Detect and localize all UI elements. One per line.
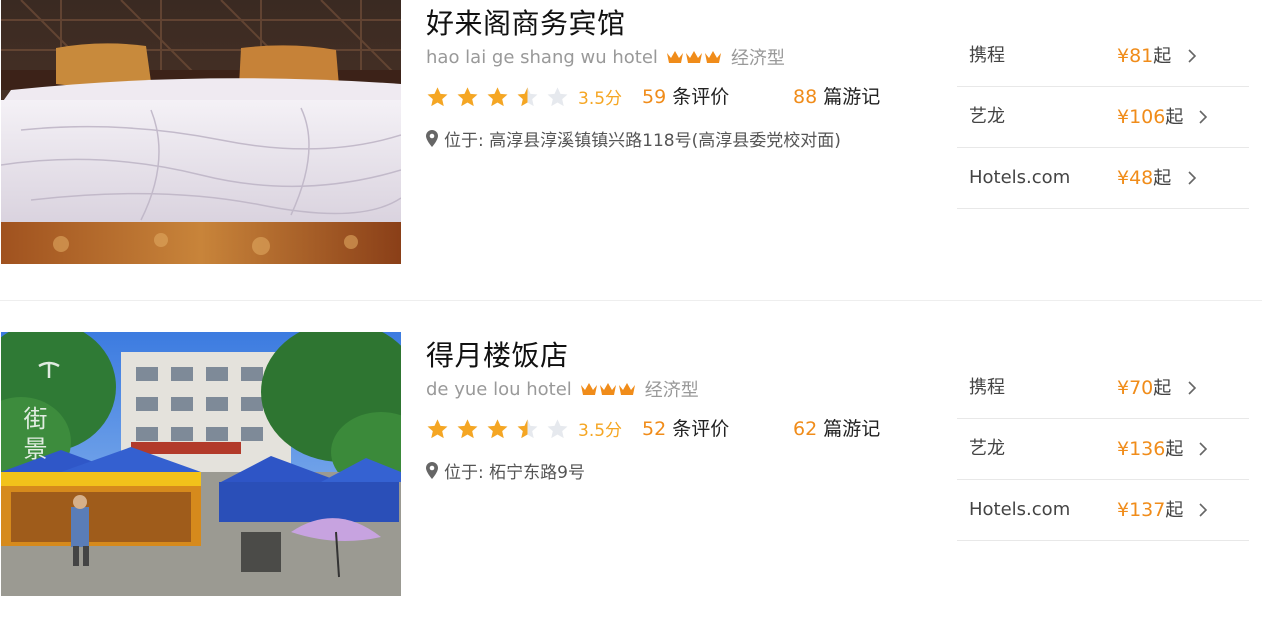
price-value: ¥106 bbox=[1117, 106, 1166, 128]
star-icon bbox=[517, 86, 538, 106]
hotel-card: 好来阁商务宾馆 hao lai ge shang wu hotel 经济型 3.… bbox=[0, 0, 1268, 264]
price-row[interactable]: 携程 ¥70起 bbox=[957, 358, 1249, 419]
rating-row: 3.5分 52 条评价 62 篇游记 bbox=[426, 414, 880, 442]
crown-rating bbox=[580, 382, 637, 396]
hotel-subtitle: hao lai ge shang wu hotel 经济型 bbox=[426, 44, 785, 70]
chevron-right-icon bbox=[1199, 110, 1208, 124]
price-suffix: 起 bbox=[1153, 168, 1172, 189]
price-row[interactable]: Hotels.com ¥137起 bbox=[957, 480, 1249, 541]
ota-name: Hotels.com bbox=[969, 167, 1071, 188]
price-amount: ¥48起 bbox=[1117, 148, 1171, 209]
chevron-right-icon bbox=[1199, 442, 1208, 456]
price-value: ¥81 bbox=[1117, 45, 1154, 67]
price-suffix: 起 bbox=[1165, 500, 1184, 521]
note-count: 62 bbox=[793, 418, 818, 440]
hotel-card: 街景 得月楼饭店 de yue lou hotel 经济型 3.5分 52 条评价… bbox=[0, 332, 1268, 596]
star-icon bbox=[517, 418, 538, 438]
price-list: 携程 ¥81起 艺龙 ¥106起 Hotels.com ¥48起 bbox=[957, 26, 1249, 209]
price-row[interactable]: 携程 ¥81起 bbox=[957, 26, 1249, 87]
star-icon bbox=[427, 418, 448, 438]
hotel-address: 位于: 柘宁东路9号 bbox=[426, 458, 585, 483]
price-suffix: 起 bbox=[1153, 378, 1172, 399]
price-amount: ¥137起 bbox=[1117, 480, 1183, 541]
chevron-right-icon bbox=[1188, 49, 1197, 63]
price-row[interactable]: 艺龙 ¥106起 bbox=[957, 87, 1249, 148]
price-suffix: 起 bbox=[1153, 46, 1172, 67]
review-link[interactable]: 52 条评价 bbox=[642, 414, 729, 441]
ota-name: 携程 bbox=[969, 45, 1005, 66]
star-icon bbox=[427, 86, 448, 106]
hotel-subtitle: de yue lou hotel 经济型 bbox=[426, 376, 699, 402]
travel-notes-link[interactable]: 62 篇游记 bbox=[793, 414, 880, 441]
rating-row: 3.5分 59 条评价 88 篇游记 bbox=[426, 82, 880, 110]
hotel-english-name: hao lai ge shang wu hotel bbox=[426, 46, 658, 68]
crown-rating bbox=[666, 50, 723, 64]
address-text: 位于: 柘宁东路9号 bbox=[444, 463, 585, 483]
price-value: ¥70 bbox=[1117, 377, 1154, 399]
hotel-name[interactable]: 得月楼饭店 bbox=[426, 334, 569, 374]
hotel-english-name: de yue lou hotel bbox=[426, 378, 572, 400]
hotel-address: 位于: 高淳县淳溪镇镇兴路118号(高淳县委党校对面) bbox=[426, 126, 841, 151]
hotel-name[interactable]: 好来阁商务宾馆 bbox=[426, 2, 626, 42]
review-link[interactable]: 59 条评价 bbox=[642, 82, 729, 109]
hotel-photo[interactable]: 街景 bbox=[1, 332, 401, 596]
chevron-right-icon bbox=[1199, 503, 1208, 517]
star-icon bbox=[487, 86, 508, 106]
location-pin-icon bbox=[426, 462, 438, 479]
note-count: 88 bbox=[793, 86, 818, 108]
price-amount: ¥106起 bbox=[1117, 87, 1183, 148]
hotel-photo[interactable] bbox=[1, 0, 401, 264]
star-rating bbox=[426, 85, 576, 108]
chevron-right-icon bbox=[1188, 171, 1197, 185]
review-label: 条评价 bbox=[672, 86, 730, 108]
chevron-right-icon bbox=[1188, 381, 1197, 395]
star-icon bbox=[487, 418, 508, 438]
star-icon bbox=[547, 418, 568, 438]
review-count: 59 bbox=[642, 86, 667, 108]
price-row[interactable]: Hotels.com ¥48起 bbox=[957, 148, 1249, 209]
price-amount: ¥70起 bbox=[1117, 358, 1171, 419]
price-list: 携程 ¥70起 艺龙 ¥136起 Hotels.com ¥137起 bbox=[957, 358, 1249, 541]
star-rating bbox=[426, 417, 576, 440]
crown-icon bbox=[666, 51, 683, 63]
rating-score: 3.5分 bbox=[578, 420, 623, 441]
star-icon bbox=[547, 86, 568, 106]
crown-icon bbox=[618, 383, 635, 395]
ota-name: 艺龙 bbox=[969, 106, 1005, 127]
hotel-category: 经济型 bbox=[644, 380, 699, 401]
price-value: ¥136 bbox=[1117, 438, 1166, 460]
review-count: 52 bbox=[642, 418, 667, 440]
star-icon bbox=[457, 86, 478, 106]
street-view-watermark: 街景 bbox=[19, 406, 47, 466]
review-label: 条评价 bbox=[672, 418, 730, 440]
crown-icon bbox=[599, 383, 616, 395]
price-amount: ¥136起 bbox=[1117, 419, 1183, 480]
ota-name: 携程 bbox=[969, 377, 1005, 398]
rating-score: 3.5分 bbox=[578, 88, 623, 109]
price-value: ¥137 bbox=[1117, 499, 1166, 521]
crown-icon bbox=[685, 51, 702, 63]
hotel-category: 经济型 bbox=[730, 48, 785, 69]
note-label: 篇游记 bbox=[823, 86, 881, 108]
crown-icon bbox=[580, 383, 597, 395]
ota-name: Hotels.com bbox=[969, 499, 1071, 520]
price-value: ¥48 bbox=[1117, 167, 1154, 189]
address-text: 位于: 高淳县淳溪镇镇兴路118号(高淳县委党校对面) bbox=[444, 131, 841, 151]
price-row[interactable]: 艺龙 ¥136起 bbox=[957, 419, 1249, 480]
travel-notes-link[interactable]: 88 篇游记 bbox=[793, 82, 880, 109]
ota-name: 艺龙 bbox=[969, 438, 1005, 459]
crown-icon bbox=[704, 51, 721, 63]
price-suffix: 起 bbox=[1165, 107, 1184, 128]
price-suffix: 起 bbox=[1165, 439, 1184, 460]
location-pin-icon bbox=[426, 130, 438, 147]
divider bbox=[0, 300, 1262, 301]
price-amount: ¥81起 bbox=[1117, 26, 1171, 87]
star-icon bbox=[457, 418, 478, 438]
note-label: 篇游记 bbox=[823, 418, 881, 440]
